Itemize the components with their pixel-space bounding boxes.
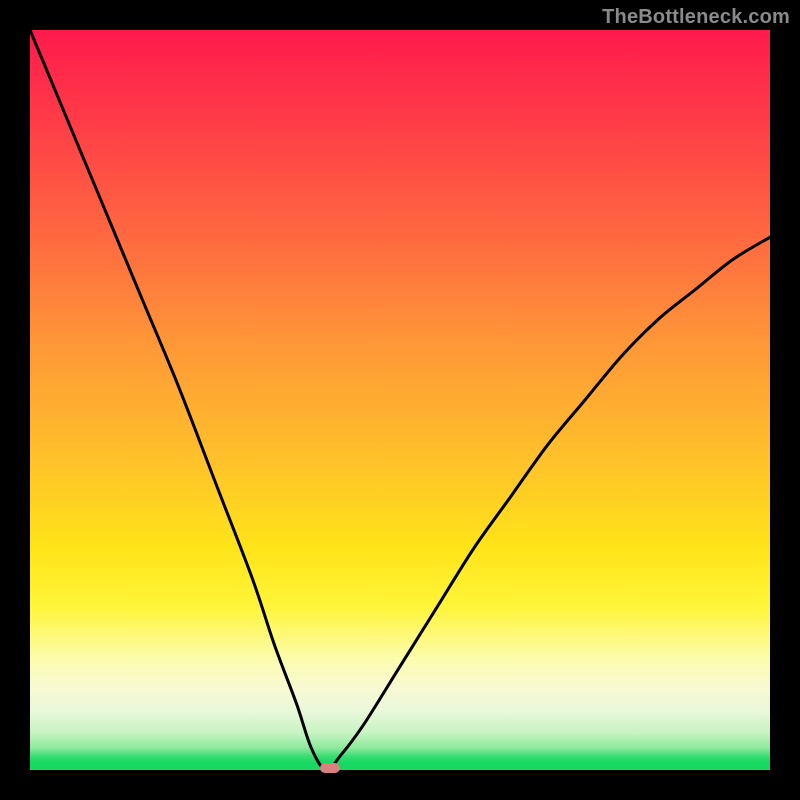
optimal-point-marker <box>320 763 340 773</box>
plot-area <box>30 30 770 770</box>
chart-frame: TheBottleneck.com <box>0 0 800 800</box>
watermark-text: TheBottleneck.com <box>602 6 790 29</box>
